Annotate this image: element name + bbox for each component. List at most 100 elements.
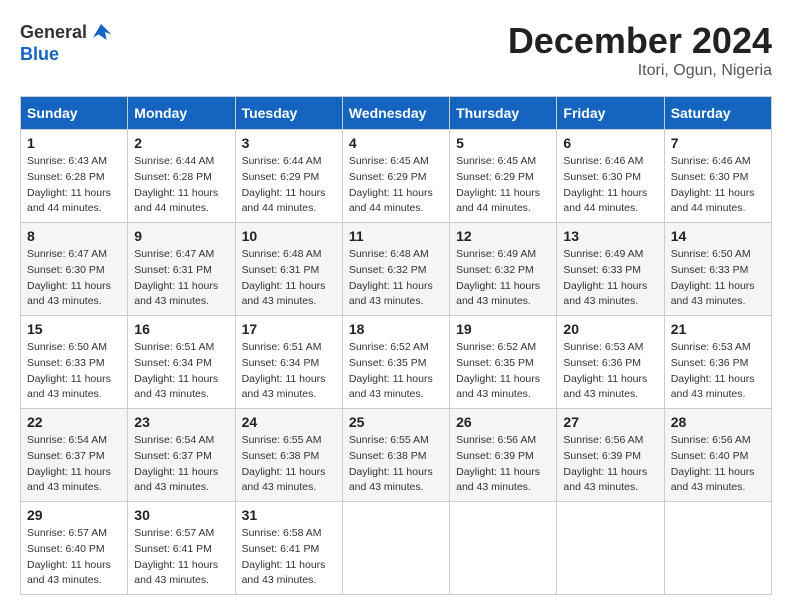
- logo-general-text: General: [20, 22, 87, 43]
- logo: General Blue: [20, 20, 113, 65]
- table-row: [557, 502, 664, 595]
- day-number: 11: [349, 228, 443, 244]
- day-info: Sunrise: 6:52 AM Sunset: 6:35 PM Dayligh…: [349, 340, 443, 403]
- day-info: Sunrise: 6:43 AM Sunset: 6:28 PM Dayligh…: [27, 154, 121, 217]
- table-row: 19 Sunrise: 6:52 AM Sunset: 6:35 PM Dayl…: [450, 316, 557, 409]
- day-info: Sunrise: 6:56 AM Sunset: 6:39 PM Dayligh…: [563, 433, 657, 496]
- day-info: Sunrise: 6:56 AM Sunset: 6:40 PM Dayligh…: [671, 433, 765, 496]
- table-row: 21 Sunrise: 6:53 AM Sunset: 6:36 PM Dayl…: [664, 316, 771, 409]
- day-number: 15: [27, 321, 121, 337]
- day-number: 20: [563, 321, 657, 337]
- day-number: 7: [671, 135, 765, 151]
- calendar-header-row: Sunday Monday Tuesday Wednesday Thursday…: [21, 97, 772, 130]
- title-section: December 2024 Itori, Ogun, Nigeria: [508, 20, 772, 80]
- calendar-table: Sunday Monday Tuesday Wednesday Thursday…: [20, 96, 772, 595]
- table-row: 16 Sunrise: 6:51 AM Sunset: 6:34 PM Dayl…: [128, 316, 235, 409]
- day-number: 24: [242, 414, 336, 430]
- day-number: 1: [27, 135, 121, 151]
- calendar-row: 15 Sunrise: 6:50 AM Sunset: 6:33 PM Dayl…: [21, 316, 772, 409]
- day-info: Sunrise: 6:53 AM Sunset: 6:36 PM Dayligh…: [671, 340, 765, 403]
- day-number: 14: [671, 228, 765, 244]
- table-row: 26 Sunrise: 6:56 AM Sunset: 6:39 PM Dayl…: [450, 409, 557, 502]
- day-number: 21: [671, 321, 765, 337]
- day-info: Sunrise: 6:51 AM Sunset: 6:34 PM Dayligh…: [134, 340, 228, 403]
- table-row: 30 Sunrise: 6:57 AM Sunset: 6:41 PM Dayl…: [128, 502, 235, 595]
- logo-bird-icon: [89, 20, 113, 44]
- table-row: 6 Sunrise: 6:46 AM Sunset: 6:30 PM Dayli…: [557, 130, 664, 223]
- day-info: Sunrise: 6:50 AM Sunset: 6:33 PM Dayligh…: [27, 340, 121, 403]
- logo-blue-text: Blue: [20, 44, 59, 65]
- month-title: December 2024: [508, 20, 772, 62]
- col-wednesday: Wednesday: [342, 97, 449, 130]
- day-number: 3: [242, 135, 336, 151]
- day-info: Sunrise: 6:48 AM Sunset: 6:32 PM Dayligh…: [349, 247, 443, 310]
- day-info: Sunrise: 6:46 AM Sunset: 6:30 PM Dayligh…: [671, 154, 765, 217]
- day-number: 23: [134, 414, 228, 430]
- page-header: General Blue December 2024 Itori, Ogun, …: [20, 20, 772, 80]
- table-row: 7 Sunrise: 6:46 AM Sunset: 6:30 PM Dayli…: [664, 130, 771, 223]
- day-number: 5: [456, 135, 550, 151]
- day-number: 29: [27, 507, 121, 523]
- table-row: 1 Sunrise: 6:43 AM Sunset: 6:28 PM Dayli…: [21, 130, 128, 223]
- table-row: 10 Sunrise: 6:48 AM Sunset: 6:31 PM Dayl…: [235, 223, 342, 316]
- calendar-row: 1 Sunrise: 6:43 AM Sunset: 6:28 PM Dayli…: [21, 130, 772, 223]
- day-number: 17: [242, 321, 336, 337]
- table-row: [450, 502, 557, 595]
- table-row: 13 Sunrise: 6:49 AM Sunset: 6:33 PM Dayl…: [557, 223, 664, 316]
- day-info: Sunrise: 6:55 AM Sunset: 6:38 PM Dayligh…: [349, 433, 443, 496]
- table-row: 9 Sunrise: 6:47 AM Sunset: 6:31 PM Dayli…: [128, 223, 235, 316]
- calendar-row: 22 Sunrise: 6:54 AM Sunset: 6:37 PM Dayl…: [21, 409, 772, 502]
- col-thursday: Thursday: [450, 97, 557, 130]
- day-info: Sunrise: 6:46 AM Sunset: 6:30 PM Dayligh…: [563, 154, 657, 217]
- table-row: 2 Sunrise: 6:44 AM Sunset: 6:28 PM Dayli…: [128, 130, 235, 223]
- day-info: Sunrise: 6:50 AM Sunset: 6:33 PM Dayligh…: [671, 247, 765, 310]
- day-number: 6: [563, 135, 657, 151]
- day-info: Sunrise: 6:54 AM Sunset: 6:37 PM Dayligh…: [134, 433, 228, 496]
- table-row: 28 Sunrise: 6:56 AM Sunset: 6:40 PM Dayl…: [664, 409, 771, 502]
- day-info: Sunrise: 6:55 AM Sunset: 6:38 PM Dayligh…: [242, 433, 336, 496]
- day-number: 27: [563, 414, 657, 430]
- day-info: Sunrise: 6:54 AM Sunset: 6:37 PM Dayligh…: [27, 433, 121, 496]
- day-info: Sunrise: 6:47 AM Sunset: 6:31 PM Dayligh…: [134, 247, 228, 310]
- table-row: 5 Sunrise: 6:45 AM Sunset: 6:29 PM Dayli…: [450, 130, 557, 223]
- day-info: Sunrise: 6:47 AM Sunset: 6:30 PM Dayligh…: [27, 247, 121, 310]
- table-row: 15 Sunrise: 6:50 AM Sunset: 6:33 PM Dayl…: [21, 316, 128, 409]
- day-number: 12: [456, 228, 550, 244]
- day-number: 4: [349, 135, 443, 151]
- table-row: 31 Sunrise: 6:58 AM Sunset: 6:41 PM Dayl…: [235, 502, 342, 595]
- day-info: Sunrise: 6:56 AM Sunset: 6:39 PM Dayligh…: [456, 433, 550, 496]
- day-info: Sunrise: 6:58 AM Sunset: 6:41 PM Dayligh…: [242, 526, 336, 589]
- table-row: 18 Sunrise: 6:52 AM Sunset: 6:35 PM Dayl…: [342, 316, 449, 409]
- day-info: Sunrise: 6:52 AM Sunset: 6:35 PM Dayligh…: [456, 340, 550, 403]
- day-info: Sunrise: 6:45 AM Sunset: 6:29 PM Dayligh…: [456, 154, 550, 217]
- day-info: Sunrise: 6:57 AM Sunset: 6:40 PM Dayligh…: [27, 526, 121, 589]
- day-number: 28: [671, 414, 765, 430]
- day-info: Sunrise: 6:44 AM Sunset: 6:29 PM Dayligh…: [242, 154, 336, 217]
- day-info: Sunrise: 6:53 AM Sunset: 6:36 PM Dayligh…: [563, 340, 657, 403]
- day-info: Sunrise: 6:49 AM Sunset: 6:32 PM Dayligh…: [456, 247, 550, 310]
- table-row: 20 Sunrise: 6:53 AM Sunset: 6:36 PM Dayl…: [557, 316, 664, 409]
- table-row: [342, 502, 449, 595]
- day-info: Sunrise: 6:57 AM Sunset: 6:41 PM Dayligh…: [134, 526, 228, 589]
- table-row: 14 Sunrise: 6:50 AM Sunset: 6:33 PM Dayl…: [664, 223, 771, 316]
- day-number: 13: [563, 228, 657, 244]
- calendar-row: 29 Sunrise: 6:57 AM Sunset: 6:40 PM Dayl…: [21, 502, 772, 595]
- day-number: 10: [242, 228, 336, 244]
- day-number: 22: [27, 414, 121, 430]
- day-info: Sunrise: 6:49 AM Sunset: 6:33 PM Dayligh…: [563, 247, 657, 310]
- day-info: Sunrise: 6:45 AM Sunset: 6:29 PM Dayligh…: [349, 154, 443, 217]
- day-number: 19: [456, 321, 550, 337]
- table-row: 3 Sunrise: 6:44 AM Sunset: 6:29 PM Dayli…: [235, 130, 342, 223]
- day-number: 26: [456, 414, 550, 430]
- day-info: Sunrise: 6:48 AM Sunset: 6:31 PM Dayligh…: [242, 247, 336, 310]
- table-row: 27 Sunrise: 6:56 AM Sunset: 6:39 PM Dayl…: [557, 409, 664, 502]
- table-row: 11 Sunrise: 6:48 AM Sunset: 6:32 PM Dayl…: [342, 223, 449, 316]
- day-number: 18: [349, 321, 443, 337]
- table-row: 25 Sunrise: 6:55 AM Sunset: 6:38 PM Dayl…: [342, 409, 449, 502]
- day-number: 9: [134, 228, 228, 244]
- day-number: 25: [349, 414, 443, 430]
- table-row: 29 Sunrise: 6:57 AM Sunset: 6:40 PM Dayl…: [21, 502, 128, 595]
- table-row: 17 Sunrise: 6:51 AM Sunset: 6:34 PM Dayl…: [235, 316, 342, 409]
- col-tuesday: Tuesday: [235, 97, 342, 130]
- table-row: 23 Sunrise: 6:54 AM Sunset: 6:37 PM Dayl…: [128, 409, 235, 502]
